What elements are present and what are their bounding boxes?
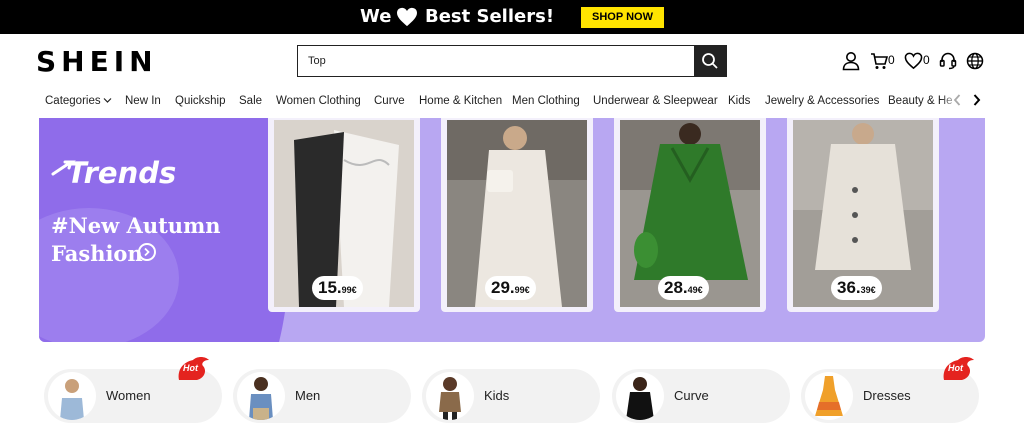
- price-main: 28.: [664, 278, 688, 297]
- wishlist-heart-icon[interactable]: [904, 51, 923, 71]
- product-price: 36.39€: [831, 276, 882, 300]
- category-men-label: Men: [295, 388, 321, 403]
- category-men[interactable]: Men: [233, 369, 411, 423]
- customer-service-icon[interactable]: [939, 51, 957, 71]
- nav-item-quickship[interactable]: Quickship: [175, 93, 226, 109]
- heart-icon: [397, 7, 417, 27]
- hot-badge-text: Hot: [183, 363, 198, 373]
- product-card[interactable]: 28.49€: [614, 118, 766, 312]
- search-bar: [297, 45, 727, 77]
- hot-badge: Hot: [177, 356, 211, 382]
- category-women-image: [48, 372, 96, 420]
- search-button[interactable]: [694, 46, 726, 76]
- promo-text-we: We: [360, 6, 392, 27]
- trends-title: Trends: [67, 156, 177, 190]
- wishlist-count: 0: [923, 53, 930, 67]
- price-main: 36.: [837, 278, 861, 297]
- price-decimal: 99€: [514, 285, 530, 295]
- product-price: 28.49€: [658, 276, 709, 300]
- hot-badge: Hot: [942, 356, 976, 382]
- price-decimal: 99€: [341, 285, 357, 295]
- search-input[interactable]: [298, 46, 694, 76]
- promo-bar: We Best Sellers! SHOP NOW: [0, 0, 1024, 34]
- price-decimal: 39€: [860, 285, 876, 295]
- banner-subtitle-line1: #New Autumn: [51, 213, 221, 238]
- price-decimal: 49€: [687, 285, 703, 295]
- arrow-right-icon: [144, 247, 150, 257]
- cart-icon[interactable]: [870, 51, 888, 71]
- category-curve[interactable]: Curve: [612, 369, 790, 423]
- shop-now-button[interactable]: SHOP NOW: [581, 7, 664, 28]
- nav-item-men-clothing[interactable]: Men Clothing: [512, 93, 580, 109]
- banner-subtitle-line2: Fashion: [51, 241, 143, 266]
- nav-item-jewelry-accessories[interactable]: Jewelry & Accessories: [765, 93, 879, 109]
- category-kids-image: [426, 372, 474, 420]
- nav-item-kids[interactable]: Kids: [728, 93, 750, 109]
- globe-icon[interactable]: [966, 51, 984, 71]
- category-women-label: Women: [106, 388, 151, 403]
- nav-item-women-clothing[interactable]: Women Clothing: [276, 93, 361, 109]
- banner-arrow-button[interactable]: [138, 243, 156, 261]
- search-icon: [702, 53, 718, 69]
- trends-banner[interactable]: Trends #New Autumn Fashion 15.99€ 29.99€…: [39, 118, 985, 342]
- category-men-image: [237, 372, 285, 420]
- product-card[interactable]: 29.99€: [441, 118, 593, 312]
- category-kids[interactable]: Kids: [422, 369, 600, 423]
- chevron-left-icon[interactable]: [953, 93, 961, 107]
- nav-item-underwear-sleepwear[interactable]: Underwear & Sleepwear: [593, 93, 718, 109]
- category-nav: Categories New In Quickship Sale Women C…: [0, 86, 1024, 116]
- category-dresses-image: [805, 372, 853, 420]
- nav-item-label: Categories: [45, 95, 101, 107]
- category-dresses-label: Dresses: [863, 388, 911, 403]
- product-price: 15.99€: [312, 276, 363, 300]
- category-curve-label: Curve: [674, 388, 709, 403]
- nav-item-new-in[interactable]: New In: [125, 93, 161, 109]
- nav-item-categories[interactable]: Categories: [45, 93, 112, 109]
- banner-subtitle: #New Autumn Fashion: [51, 212, 221, 268]
- shein-logo[interactable]: SHEIN: [36, 46, 158, 78]
- product-price: 29.99€: [485, 276, 536, 300]
- nav-item-sale[interactable]: Sale: [239, 93, 262, 109]
- category-kids-label: Kids: [484, 388, 510, 403]
- product-card[interactable]: 15.99€: [268, 118, 420, 312]
- nav-item-curve[interactable]: Curve: [374, 93, 405, 109]
- user-icon[interactable]: [842, 51, 860, 71]
- nav-item-home-kitchen[interactable]: Home & Kitchen: [419, 93, 502, 109]
- price-main: 29.: [491, 278, 515, 297]
- chevron-right-icon[interactable]: [973, 93, 981, 107]
- promo-text-best-sellers: Best Sellers!: [425, 6, 555, 27]
- price-main: 15.: [318, 278, 342, 297]
- category-curve-image: [616, 372, 664, 420]
- hot-badge-text: Hot: [948, 363, 963, 373]
- chevron-down-icon: [103, 98, 112, 103]
- cart-count: 0: [888, 53, 895, 67]
- product-card[interactable]: 36.39€: [787, 118, 939, 312]
